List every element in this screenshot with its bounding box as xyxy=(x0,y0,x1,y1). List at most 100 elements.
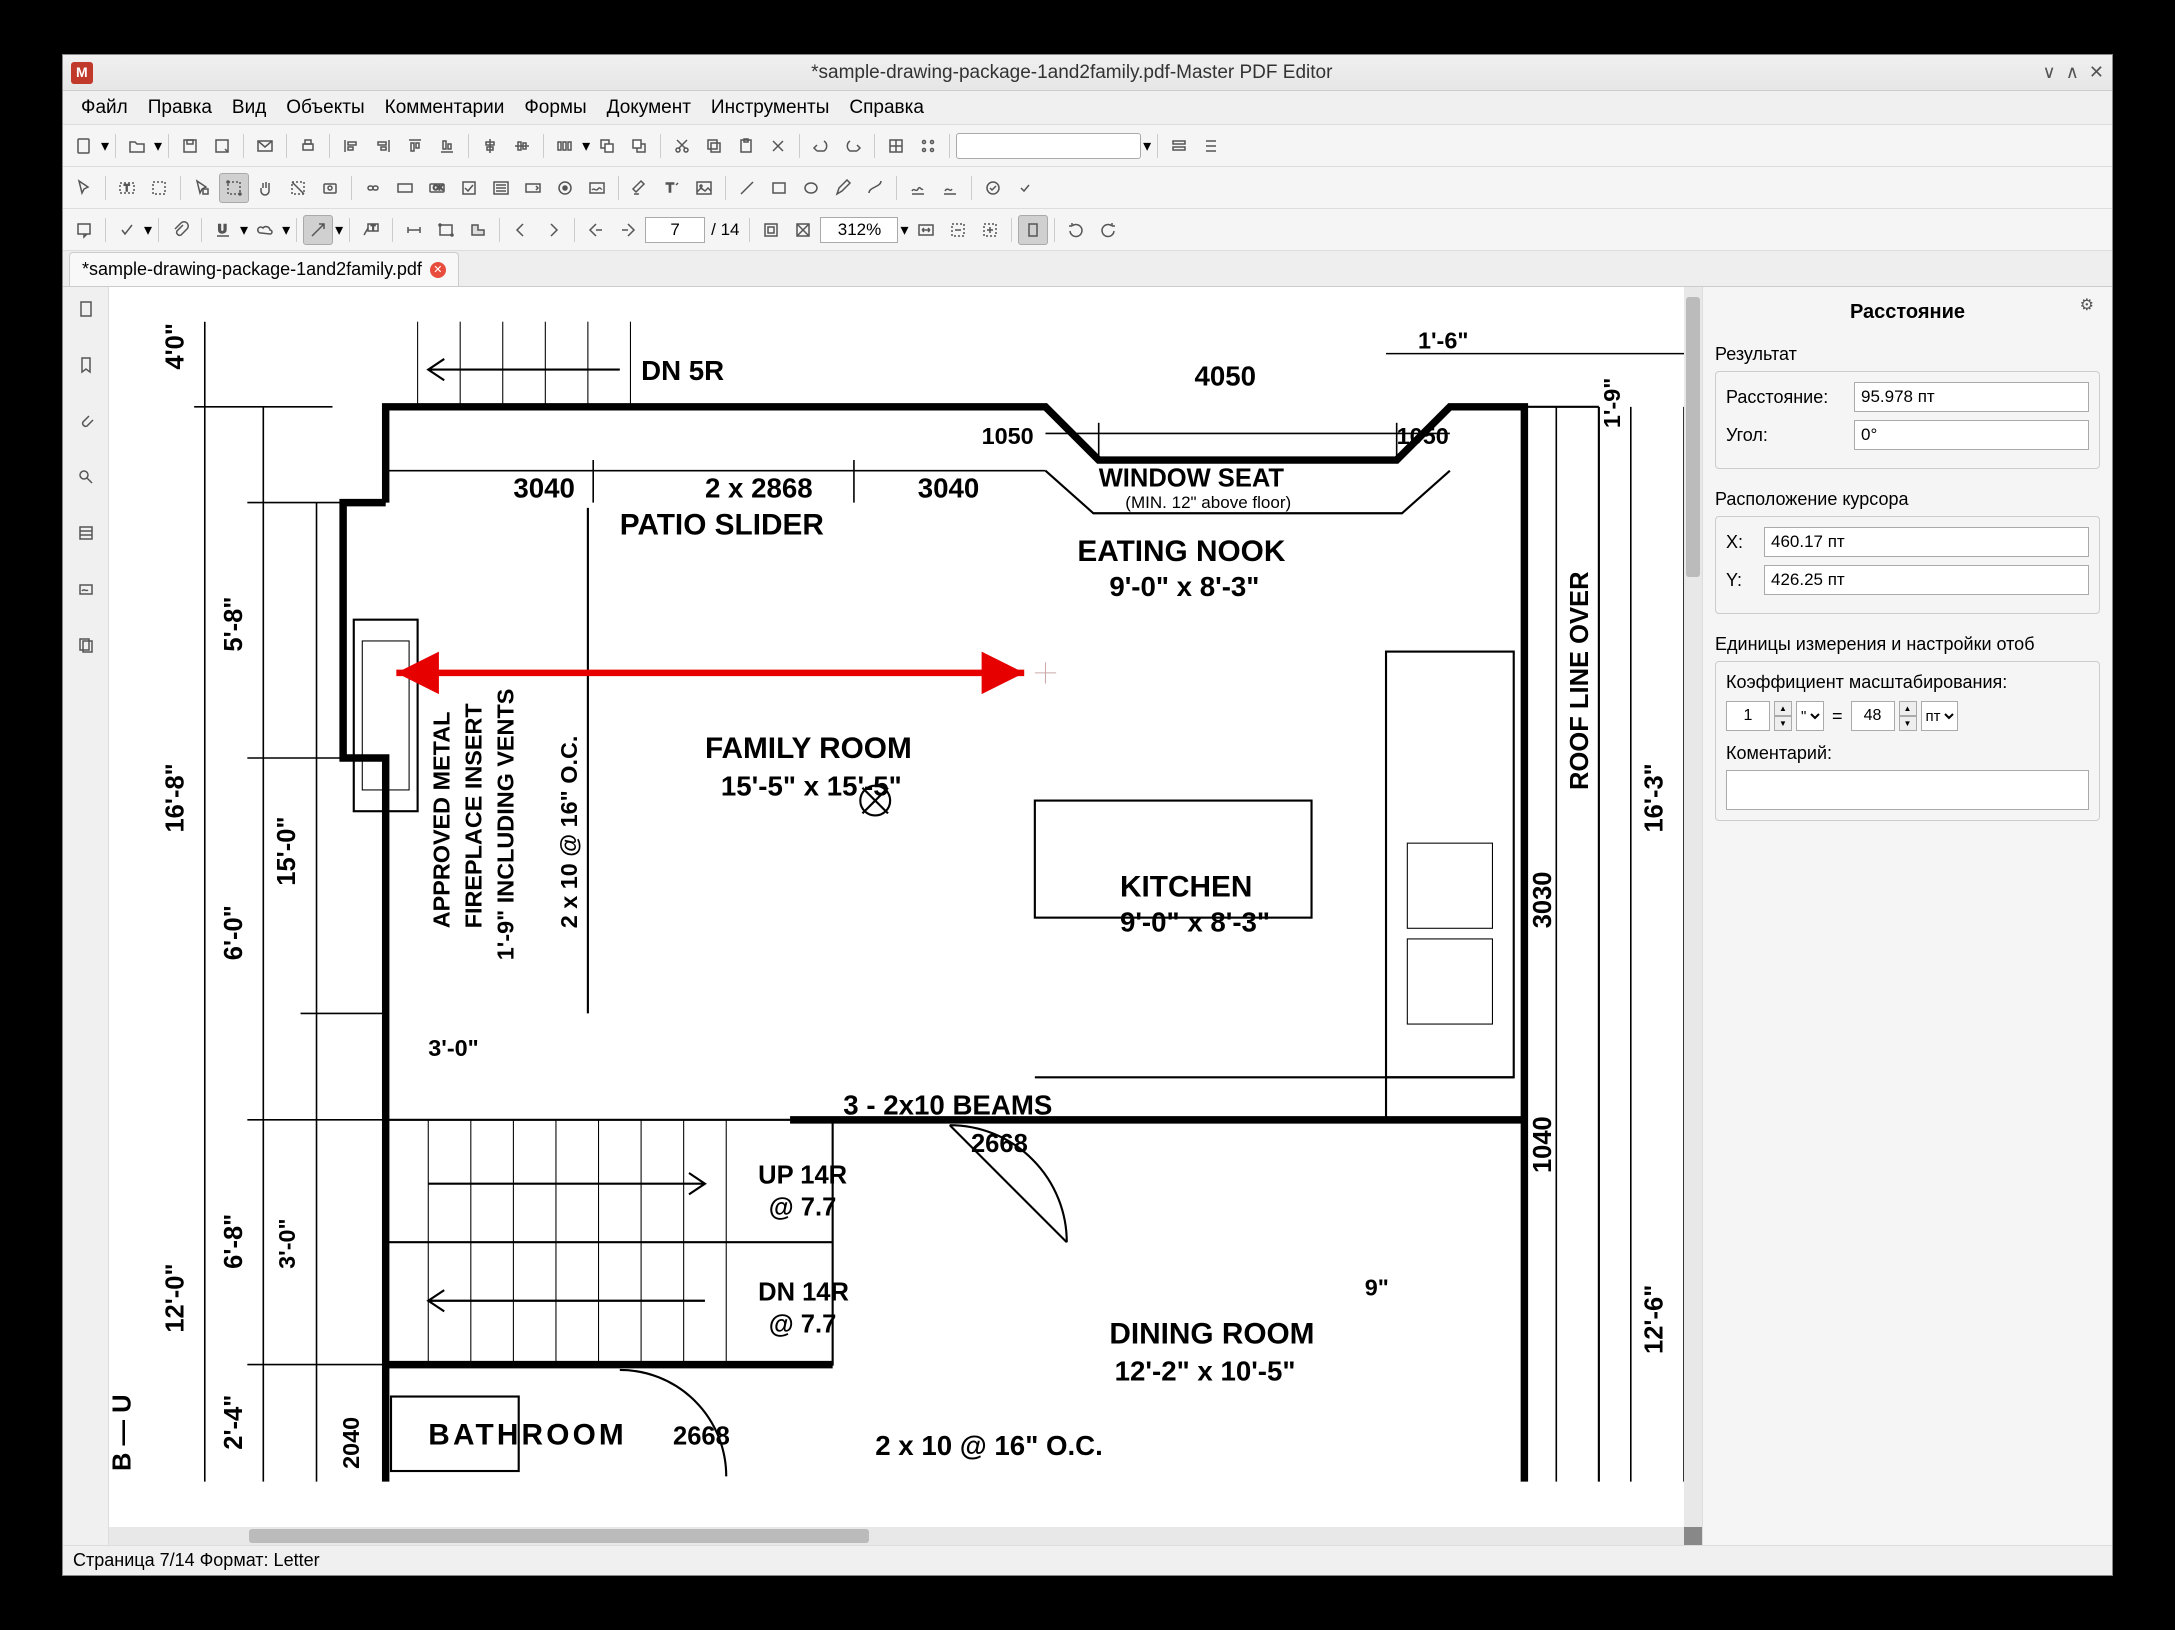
text-edit-tool[interactable]: T xyxy=(112,173,142,203)
snapshot-tool[interactable] xyxy=(315,173,345,203)
pointer-tool[interactable] xyxy=(69,173,99,203)
fit-page-button[interactable] xyxy=(788,215,818,245)
note-tool[interactable] xyxy=(69,215,99,245)
properties-button[interactable] xyxy=(1164,131,1194,161)
zoom-out-button[interactable] xyxy=(943,215,973,245)
canvas-area[interactable]: .wall { stroke:#000; stroke-width:7; fil… xyxy=(109,287,1702,1545)
zoom-input[interactable] xyxy=(820,217,898,243)
prev-page-button[interactable] xyxy=(506,215,536,245)
minimize-button[interactable]: ∨ xyxy=(2043,62,2056,83)
arrow-tool[interactable] xyxy=(303,215,333,245)
select-area-tool[interactable] xyxy=(219,173,249,203)
close-button[interactable]: ✕ xyxy=(2089,62,2104,83)
rotate-ccw-button[interactable] xyxy=(1061,215,1091,245)
line-tool[interactable] xyxy=(732,173,762,203)
menu-comments[interactable]: Комментарии xyxy=(375,93,515,123)
init-tool[interactable] xyxy=(935,173,965,203)
redo-button[interactable] xyxy=(838,131,868,161)
check-tool[interactable] xyxy=(112,215,142,245)
combo-tool[interactable] xyxy=(518,173,548,203)
text-tool[interactable]: T xyxy=(657,173,687,203)
tab-close-button[interactable]: ✕ xyxy=(430,262,446,278)
distribute-h-icon[interactable] xyxy=(550,131,580,161)
crop-tool[interactable] xyxy=(283,173,313,203)
next-page-button[interactable] xyxy=(538,215,568,245)
next-view-button[interactable] xyxy=(613,215,643,245)
vertical-scrollbar[interactable] xyxy=(1684,287,1702,1527)
hand-tool[interactable] xyxy=(251,173,281,203)
horizontal-scrollbar[interactable] xyxy=(109,1527,1684,1545)
list-field-tool[interactable] xyxy=(486,173,516,203)
highlight-tool[interactable] xyxy=(625,173,655,203)
thumbnails-tab[interactable] xyxy=(72,295,100,323)
ruler-distance-tool[interactable] xyxy=(399,215,429,245)
underline-tool[interactable]: U xyxy=(208,215,238,245)
spin-up-2[interactable]: ▲ xyxy=(1899,701,1917,716)
menu-objects[interactable]: Объекты xyxy=(276,93,374,123)
page-number-input[interactable] xyxy=(645,217,705,243)
menu-tools[interactable]: Инструменты xyxy=(701,93,839,123)
signature-field-tool[interactable] xyxy=(582,173,612,203)
menu-help[interactable]: Справка xyxy=(839,93,934,123)
maximize-button[interactable]: ∧ xyxy=(2066,62,2079,83)
document-tab[interactable]: *sample-drawing-package-1and2family.pdf … xyxy=(69,252,459,286)
ruler-perimeter-tool[interactable] xyxy=(431,215,461,245)
bookmarks-tab[interactable] xyxy=(72,351,100,379)
zoom-in-button[interactable] xyxy=(975,215,1005,245)
pencil-tool[interactable] xyxy=(828,173,858,203)
menu-view[interactable]: Вид xyxy=(222,93,276,123)
attach-tool[interactable] xyxy=(165,215,195,245)
ruler-area-tool[interactable] xyxy=(463,215,493,245)
grid-button[interactable] xyxy=(881,131,911,161)
spin-up[interactable]: ▲ xyxy=(1774,701,1792,716)
print-button[interactable] xyxy=(293,131,323,161)
prev-view-button[interactable] xyxy=(581,215,611,245)
object-edit-tool[interactable] xyxy=(144,173,174,203)
y-value[interactable] xyxy=(1764,565,2089,595)
save-as-button[interactable] xyxy=(207,131,237,161)
align-center-h-icon[interactable] xyxy=(475,131,505,161)
scale-to-unit[interactable]: пт xyxy=(1921,701,1958,731)
scale-from-unit[interactable]: " xyxy=(1796,701,1824,731)
paste-button[interactable] xyxy=(731,131,761,161)
align-center-v-icon[interactable] xyxy=(507,131,537,161)
stamp-red-tool[interactable] xyxy=(1010,173,1040,203)
text-field-tool[interactable] xyxy=(390,173,420,203)
align-right-icon[interactable] xyxy=(368,131,398,161)
bring-front-icon[interactable] xyxy=(592,131,622,161)
checkbox-tool[interactable] xyxy=(454,173,484,203)
align-left-icon[interactable] xyxy=(336,131,366,161)
button-tool[interactable]: OK xyxy=(422,173,452,203)
stamp-green-tool[interactable] xyxy=(978,173,1008,203)
save-button[interactable] xyxy=(175,131,205,161)
menu-file[interactable]: Файл xyxy=(71,93,138,123)
spin-down-2[interactable]: ▼ xyxy=(1899,716,1917,731)
fit-width-button[interactable] xyxy=(911,215,941,245)
snap-button[interactable] xyxy=(913,131,943,161)
sign-tool[interactable] xyxy=(903,173,933,203)
cut-button[interactable] xyxy=(667,131,697,161)
x-value[interactable] xyxy=(1764,527,2089,557)
search-tab[interactable] xyxy=(72,463,100,491)
single-page-button[interactable] xyxy=(1018,215,1048,245)
actual-size-button[interactable] xyxy=(756,215,786,245)
spin-down[interactable]: ▼ xyxy=(1774,716,1792,731)
image-tool[interactable] xyxy=(689,173,719,203)
menu-forms[interactable]: Формы xyxy=(514,93,596,123)
new-doc-button[interactable] xyxy=(69,131,99,161)
list-button[interactable] xyxy=(1196,131,1226,161)
pages-copy-tab[interactable] xyxy=(72,631,100,659)
menu-edit[interactable]: Правка xyxy=(138,93,222,123)
send-back-icon[interactable] xyxy=(624,131,654,161)
distance-value[interactable] xyxy=(1854,382,2089,412)
align-top-icon[interactable] xyxy=(400,131,430,161)
attachments-tab[interactable] xyxy=(72,407,100,435)
radio-tool[interactable] xyxy=(550,173,580,203)
scale-from-input[interactable] xyxy=(1726,701,1770,731)
search-input[interactable] xyxy=(956,133,1141,159)
ellipse-tool[interactable] xyxy=(796,173,826,203)
rect-tool[interactable] xyxy=(764,173,794,203)
callout-tool[interactable]: T xyxy=(356,215,386,245)
undo-button[interactable] xyxy=(806,131,836,161)
scale-to-input[interactable] xyxy=(1851,701,1895,731)
